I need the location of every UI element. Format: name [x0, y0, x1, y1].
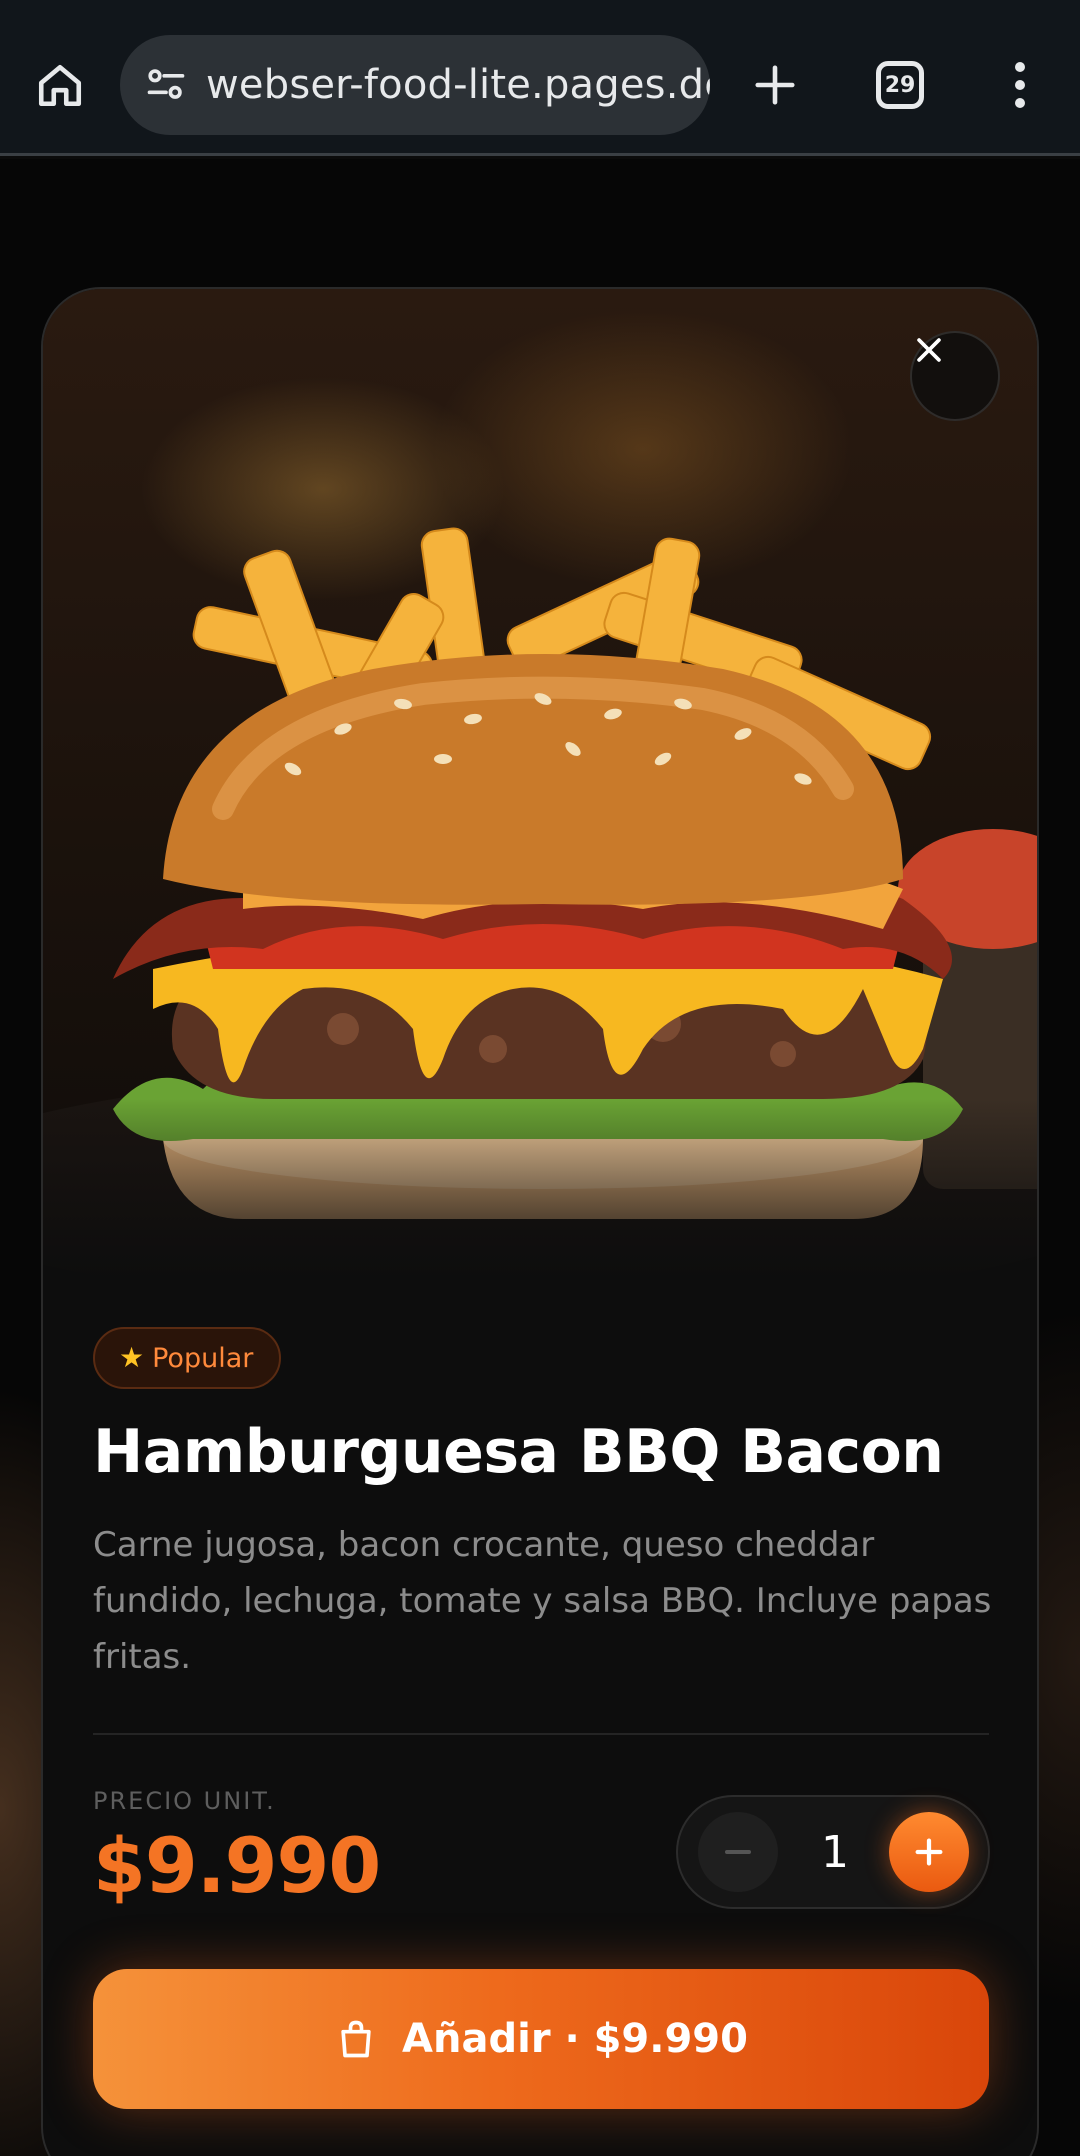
shopping-bag-icon: [341, 2020, 371, 2058]
new-tab-button[interactable]: [745, 55, 805, 115]
browser-toolbar: webser-food-lite.pages.dev 29: [0, 0, 1080, 156]
new-tab-icon: [755, 65, 795, 105]
unit-price: $9.990: [93, 1821, 381, 1910]
price-label: PRECIO UNIT.: [93, 1787, 276, 1815]
decrease-button[interactable]: [698, 1812, 778, 1892]
minus-icon: [725, 1850, 751, 1854]
plus-icon: [915, 1838, 943, 1866]
product-modal: ★ Popular Hamburguesa BBQ Bacon Carne ju…: [41, 287, 1039, 2156]
url-text: webser-food-lite.pages.dev: [206, 62, 710, 108]
star-icon: ★: [119, 1342, 145, 1373]
badge-label: Popular: [152, 1342, 254, 1374]
quantity-value: 1: [821, 1826, 849, 1878]
product-title: Hamburguesa BBQ Bacon: [93, 1417, 944, 1487]
tab-count: 29: [884, 72, 916, 98]
close-icon: [917, 338, 941, 362]
popular-badge: ★ Popular: [93, 1327, 282, 1389]
home-button[interactable]: [30, 55, 90, 115]
product-image: [43, 289, 1037, 1279]
product-description: Carne jugosa, bacon crocante, queso ched…: [93, 1525, 992, 1677]
add-to-cart-button[interactable]: Añadir · $9.990: [93, 1969, 989, 2109]
quantity-stepper: 1: [676, 1795, 990, 1909]
close-button[interactable]: [910, 331, 1000, 421]
site-settings-icon[interactable]: [140, 59, 192, 111]
add-button-label: Añadir · $9.990: [402, 2016, 748, 2062]
home-icon: [38, 65, 82, 107]
address-bar[interactable]: webser-food-lite.pages.dev: [120, 35, 710, 135]
tabs-icon[interactable]: 29: [876, 61, 924, 109]
divider: [93, 1733, 989, 1735]
increase-button[interactable]: [889, 1812, 969, 1892]
more-menu-icon[interactable]: [1000, 55, 1040, 115]
